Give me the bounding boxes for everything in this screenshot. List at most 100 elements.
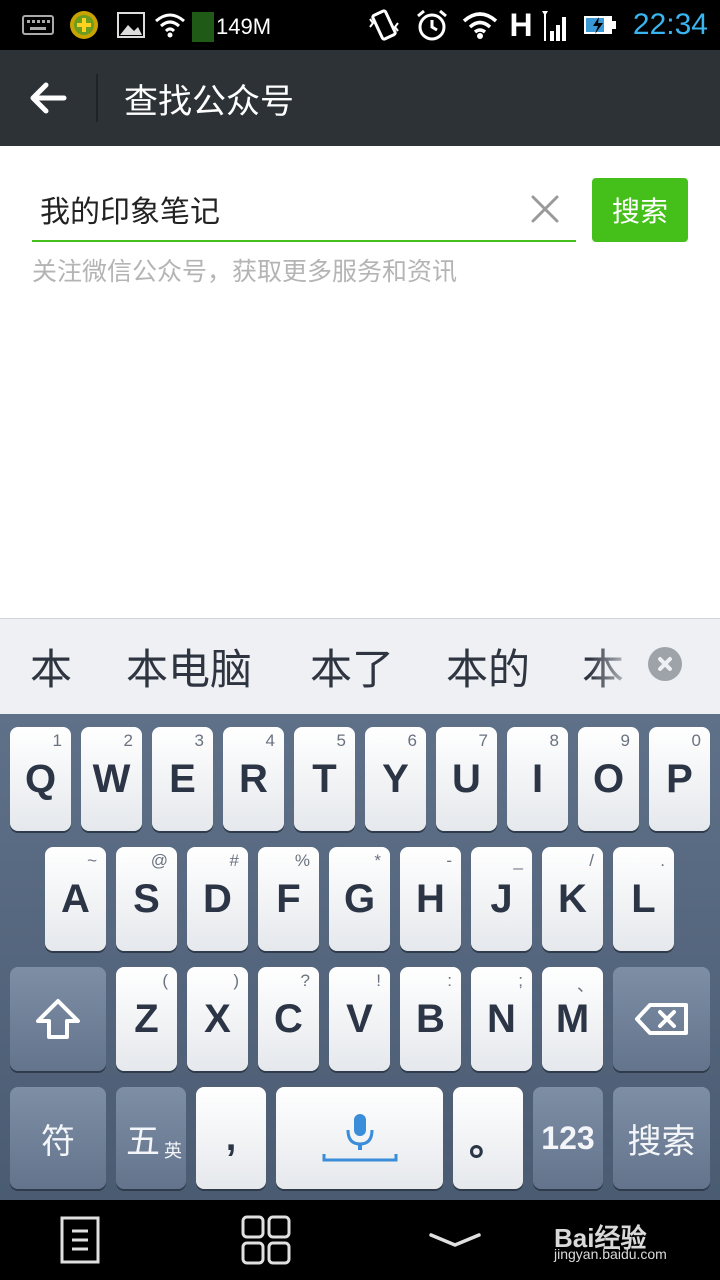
numbers-key[interactable]: 123 bbox=[533, 1087, 603, 1189]
key-j[interactable]: _ J bbox=[471, 847, 532, 951]
key-label: C bbox=[274, 996, 303, 1041]
home-button[interactable] bbox=[226, 1200, 306, 1280]
key-n[interactable]: ; N bbox=[471, 967, 532, 1071]
image-icon bbox=[114, 0, 148, 50]
key-o[interactable]: 9O bbox=[578, 727, 639, 831]
key-m[interactable]: 、 M bbox=[542, 967, 603, 1071]
key-label: N bbox=[487, 996, 516, 1041]
clear-button[interactable] bbox=[528, 192, 562, 226]
key-label: R bbox=[239, 756, 268, 801]
menu-button[interactable] bbox=[40, 1200, 120, 1280]
search-field[interactable]: 我的印象笔记 bbox=[32, 178, 576, 242]
key-sub-label: 1 bbox=[52, 731, 62, 750]
key-sub-label: 4 bbox=[265, 731, 275, 750]
key-q[interactable]: 1Q bbox=[10, 727, 71, 831]
key-sub-label: ! bbox=[376, 971, 381, 990]
key-p[interactable]: 0P bbox=[649, 727, 710, 831]
menu-icon bbox=[60, 1216, 100, 1264]
key-c[interactable]: ? C bbox=[258, 967, 319, 1071]
grid-icon bbox=[241, 1215, 291, 1265]
key-l[interactable]: .L bbox=[613, 847, 674, 951]
key-label: M bbox=[555, 996, 590, 1041]
key-x[interactable]: ) X bbox=[187, 967, 248, 1071]
key-sub-label: 0 bbox=[691, 731, 701, 750]
candidate-fade bbox=[590, 620, 640, 712]
key-label: B bbox=[416, 996, 445, 1041]
key-label: U bbox=[452, 756, 481, 801]
hide-keyboard-button[interactable] bbox=[420, 1200, 490, 1280]
key-label: T bbox=[312, 756, 337, 801]
key-d[interactable]: # D bbox=[187, 847, 248, 951]
key-label: Q bbox=[24, 756, 57, 801]
wifi-icon bbox=[152, 0, 188, 50]
key-label: D bbox=[203, 876, 232, 921]
key-g[interactable]: * G bbox=[329, 847, 390, 951]
key-s[interactable]: @ S bbox=[116, 847, 177, 951]
key-sub-label: 、 bbox=[577, 976, 594, 995]
app-bar: 查找公众号 bbox=[0, 50, 720, 146]
key-sub-label: ~ bbox=[87, 851, 97, 870]
memory-bar bbox=[192, 12, 214, 42]
key-label: L bbox=[631, 876, 656, 921]
close-candidates-button[interactable] bbox=[648, 647, 682, 681]
status-bar: 149M H 22:34 bbox=[0, 0, 720, 50]
candidate-item[interactable]: 本 bbox=[30, 618, 72, 714]
shift-key[interactable] bbox=[10, 967, 106, 1071]
key-label: O bbox=[592, 756, 625, 801]
candidate-item[interactable]: 本的 bbox=[446, 618, 530, 714]
period-key[interactable]: 。 bbox=[453, 1087, 523, 1189]
comma-key[interactable]: , bbox=[196, 1087, 266, 1189]
candidate-item[interactable]: 本电脑 bbox=[126, 618, 252, 714]
candidate-item[interactable]: 本了 bbox=[310, 618, 394, 714]
key-label: H bbox=[416, 876, 445, 921]
key-label: Y bbox=[382, 756, 409, 801]
back-button[interactable] bbox=[20, 72, 76, 124]
key-b[interactable]: :B bbox=[400, 967, 461, 1071]
memory-indicator: 149M bbox=[192, 12, 271, 42]
key-sub-label: % bbox=[294, 851, 310, 870]
key-sub-label: 6 bbox=[407, 731, 417, 750]
key-sub-label: # bbox=[229, 851, 239, 870]
key-sub-label: 2 bbox=[123, 731, 133, 750]
key-z[interactable]: (Z bbox=[116, 967, 177, 1071]
baidu-watermark: Bai经验 jingyan.baidu.com bbox=[554, 1218, 704, 1264]
key-y[interactable]: 6Y bbox=[365, 727, 426, 831]
key-r[interactable]: 4R bbox=[223, 727, 284, 831]
key-label: X bbox=[204, 996, 231, 1041]
key-sub-label: 英 bbox=[164, 1141, 182, 1162]
backspace-key[interactable] bbox=[613, 967, 710, 1071]
arrow-left-icon bbox=[30, 82, 67, 114]
search-button[interactable]: 搜索 bbox=[592, 178, 688, 242]
key-label: W bbox=[92, 756, 131, 801]
key-sub-label: @ bbox=[150, 851, 168, 870]
key-a[interactable]: ~ A bbox=[45, 847, 106, 951]
key-label: P bbox=[666, 756, 693, 801]
key-v[interactable]: ! V bbox=[329, 967, 390, 1071]
key-i[interactable]: 8I bbox=[507, 727, 568, 831]
key-sub-label: 8 bbox=[549, 731, 559, 750]
wubi-key[interactable]: 五 英 bbox=[116, 1087, 186, 1189]
key-label: F bbox=[276, 876, 301, 921]
close-icon bbox=[531, 195, 559, 223]
symbols-key[interactable]: 符 bbox=[10, 1087, 106, 1189]
network-type-label: H bbox=[509, 6, 533, 43]
clock-time: 22:34 bbox=[632, 8, 708, 41]
search-input[interactable]: 我的印象笔记 bbox=[40, 178, 220, 240]
key-u[interactable]: 7U bbox=[436, 727, 497, 831]
network-type: H bbox=[506, 0, 536, 50]
key-sub-label: ; bbox=[518, 971, 523, 990]
key-label: A bbox=[61, 876, 90, 921]
voice-input-key[interactable] bbox=[276, 1087, 443, 1189]
key-label: 。 bbox=[468, 1121, 507, 1164]
key-t[interactable]: 5T bbox=[294, 727, 355, 831]
key-f[interactable]: % F bbox=[258, 847, 319, 951]
key-k[interactable]: / K bbox=[542, 847, 603, 951]
key-sub-label: ) bbox=[233, 971, 239, 990]
key-sub-label: : bbox=[447, 971, 452, 990]
key-h[interactable]: -H bbox=[400, 847, 461, 951]
key-w[interactable]: 2W bbox=[81, 727, 142, 831]
key-label: K bbox=[558, 876, 587, 921]
search-key[interactable]: 搜索 bbox=[613, 1087, 710, 1189]
watermark-url: jingyan.baidu.com bbox=[554, 1246, 667, 1262]
key-e[interactable]: 3E bbox=[152, 727, 213, 831]
